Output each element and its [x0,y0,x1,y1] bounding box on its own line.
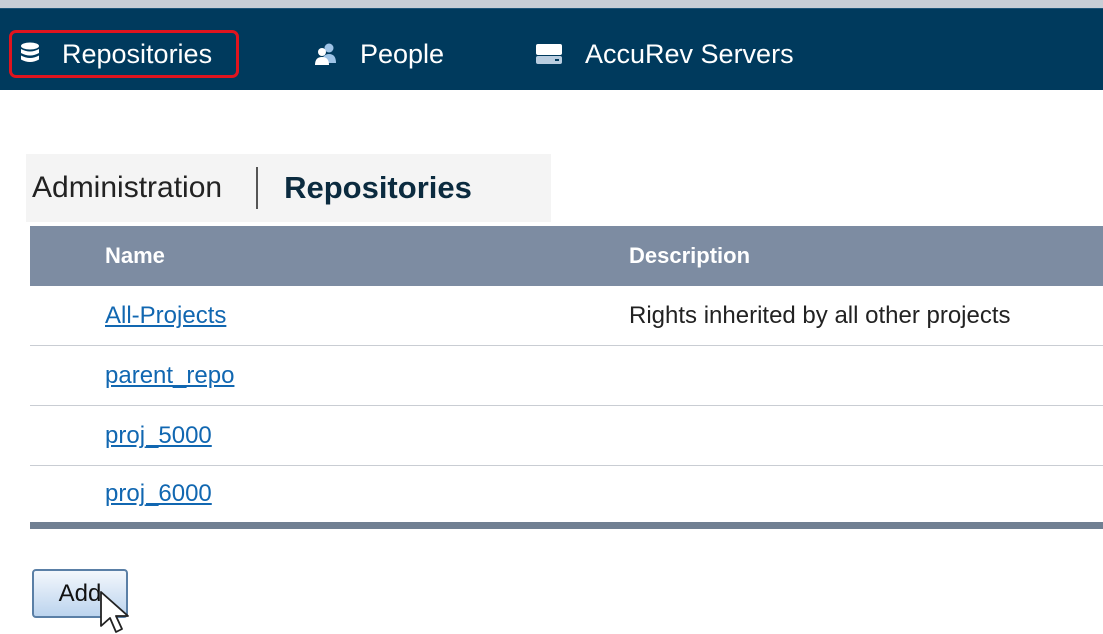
table-row: proj_6000 [30,465,1103,529]
repo-link[interactable]: proj_5000 [105,422,212,449]
breadcrumb-administration[interactable]: Administration [32,171,222,205]
column-header-description[interactable]: Description [556,226,1103,286]
repo-description-cell [556,405,1103,466]
mouse-pointer-icon [100,591,129,633]
nav-label: AccuRev Servers [585,38,794,69]
repo-description-cell [556,345,1103,406]
repo-name-cell: All-Projects [30,286,556,346]
nav-label: Repositories [62,38,213,69]
database-icon [20,42,40,66]
breadcrumb: Administration Repositories [26,154,551,222]
repo-name-cell: proj_5000 [30,405,556,466]
page-title: Repositories [284,170,472,205]
table-row: proj_5000 [30,405,1103,466]
table-row: parent_repo [30,345,1103,406]
repo-link[interactable]: parent_repo [105,362,234,389]
table-row: All-Projects Rights inherited by all oth… [30,286,1103,346]
repositories-table: Name Description All-Projects Rights inh… [30,226,1103,529]
repo-link[interactable]: All-Projects [105,302,226,329]
breadcrumb-separator [256,167,259,209]
top-navbar: Repositories People AccuRev Servers [0,8,1103,90]
top-strip [0,0,1103,8]
nav-repositories[interactable]: Repositories [9,30,239,78]
repo-link[interactable]: proj_6000 [105,480,212,507]
repo-description-cell: Rights inherited by all other projects [556,286,1103,346]
column-header-name[interactable]: Name [30,226,556,286]
nav-label: People [360,38,445,69]
server-icon [535,43,563,65]
people-icon [314,43,338,65]
table-header-row: Name Description [30,226,1103,286]
nav-accurev-servers[interactable]: AccuRev Servers [535,30,794,78]
repo-name-cell: proj_6000 [30,465,556,529]
repo-description-cell [556,465,1103,529]
repo-name-cell: parent_repo [30,345,556,406]
nav-people[interactable]: People [314,30,444,78]
